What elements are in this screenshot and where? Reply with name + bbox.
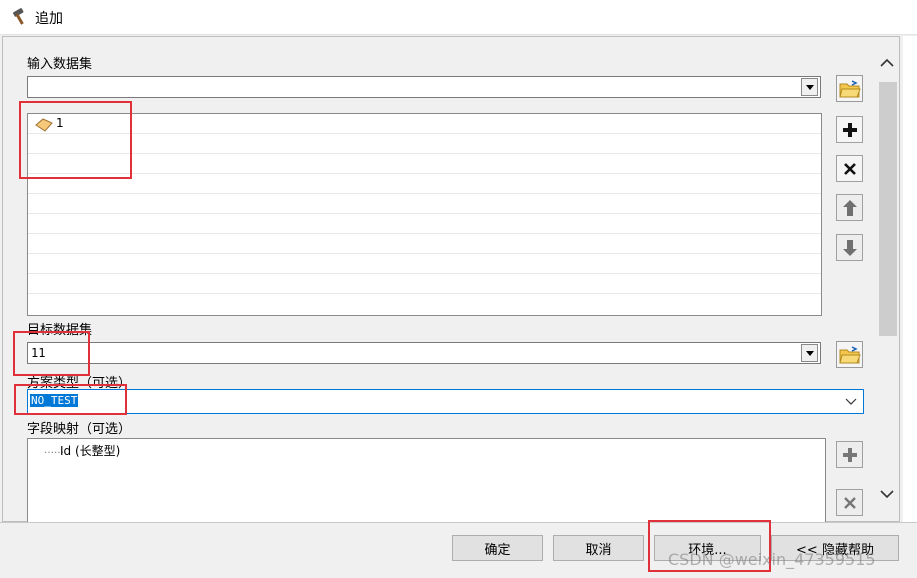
ok-button[interactable]: 确定 — [452, 535, 543, 561]
scroll-up-button[interactable] — [876, 52, 898, 72]
browse-target-button[interactable] — [836, 341, 863, 368]
field-remove-button[interactable] — [836, 489, 863, 516]
watermark: CSDN @weixin_47359515 — [668, 550, 876, 569]
window-title: 追加 — [35, 11, 63, 27]
plus-icon — [842, 122, 857, 137]
input-datasets-list[interactable]: 1 — [27, 113, 822, 316]
target-dataset-combo[interactable]: 11 — [27, 342, 821, 364]
add-button[interactable] — [836, 116, 863, 143]
polygon-feature-icon — [35, 118, 53, 132]
plus-icon — [842, 447, 857, 462]
title-bar — [0, 0, 917, 34]
chevron-down-icon[interactable] — [801, 78, 818, 96]
arrow-down-icon — [842, 239, 857, 256]
move-down-button[interactable] — [836, 234, 863, 261]
schema-type-value: NO_TEST — [30, 394, 79, 407]
list-item-label: 1 — [56, 116, 64, 130]
open-folder-icon — [838, 79, 861, 97]
scrollbar-thumb[interactable] — [879, 82, 897, 336]
close-icon — [843, 162, 856, 175]
input-datasets-label: 输入数据集 — [27, 57, 93, 72]
cancel-button[interactable]: 取消 — [553, 535, 644, 561]
scroll-down-button[interactable] — [876, 484, 898, 504]
field-add-button[interactable] — [836, 441, 863, 468]
browse-input-button[interactable] — [836, 75, 863, 102]
field-map-item[interactable]: Id (长整型) — [60, 442, 120, 459]
open-folder-icon — [838, 345, 861, 363]
chevron-down-icon[interactable] — [845, 398, 857, 406]
arrow-up-icon — [842, 199, 857, 216]
close-icon — [843, 496, 856, 509]
target-dataset-value: 11 — [31, 346, 46, 360]
help-panel-edge — [903, 36, 917, 522]
schema-type-select[interactable]: NO_TEST — [27, 389, 864, 414]
move-up-button[interactable] — [836, 194, 863, 221]
remove-button[interactable] — [836, 155, 863, 182]
input-datasets-combo[interactable] — [27, 76, 821, 98]
field-map-label: 字段映射（可选） — [27, 422, 132, 437]
hammer-icon — [10, 7, 30, 27]
chevron-up-icon — [880, 58, 894, 67]
list-item[interactable]: 1 — [28, 114, 821, 134]
target-dataset-label: 目标数据集 — [27, 323, 93, 338]
chevron-down-icon — [880, 489, 894, 498]
chevron-down-icon[interactable] — [801, 344, 818, 362]
field-map-list[interactable]: …… Id (长整型) — [27, 438, 826, 522]
